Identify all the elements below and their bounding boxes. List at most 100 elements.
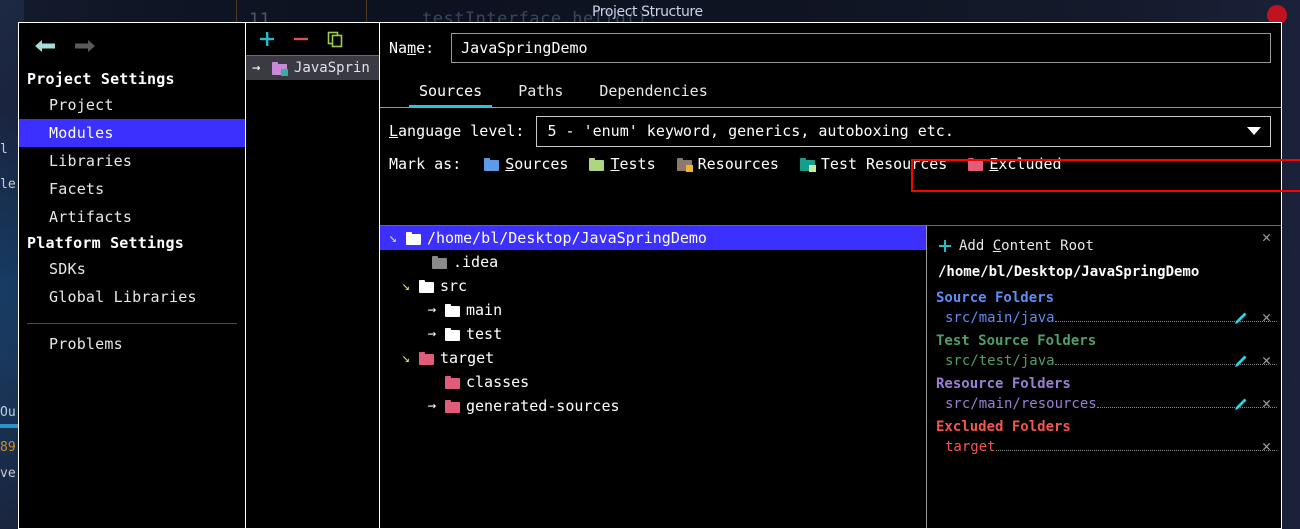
mark-as-test-resources[interactable]: Test Resources bbox=[799, 155, 948, 173]
forward-arrow-icon[interactable] bbox=[73, 37, 97, 55]
mark-as-sources[interactable]: Sources bbox=[484, 155, 568, 173]
source-folder-entry[interactable]: src/main/java ✕ bbox=[927, 306, 1281, 329]
table-row[interactable]: → generated-sources bbox=[380, 394, 926, 418]
mark-as-tests-label: Tests bbox=[610, 155, 656, 173]
nav-group-platform-settings: Platform Settings bbox=[27, 234, 184, 252]
tree-node-label: src bbox=[440, 277, 468, 295]
dialog-title: Project Structure bbox=[592, 4, 703, 20]
excluded-folder-entry[interactable]: target ✕ bbox=[927, 435, 1281, 458]
module-row-label: JavaSprin bbox=[294, 60, 370, 76]
table-row[interactable]: → test bbox=[380, 322, 926, 346]
twisty-expanded-icon[interactable]: ↘ bbox=[380, 230, 406, 246]
add-content-root-button[interactable]: Add Content Root bbox=[927, 234, 1281, 258]
table-row[interactable]: ↘ src bbox=[380, 274, 926, 298]
test-source-folder-path: src/test/java bbox=[945, 352, 1055, 369]
copy-icon[interactable] bbox=[326, 30, 344, 48]
folder-brown-icon bbox=[676, 157, 693, 172]
mark-as-resources-label: Resources bbox=[697, 155, 779, 173]
close-x-icon[interactable]: ✕ bbox=[1262, 396, 1271, 411]
plus-icon[interactable] bbox=[258, 30, 276, 48]
name-label: Name: bbox=[389, 39, 435, 57]
chevron-right-icon[interactable]: → bbox=[252, 60, 265, 76]
table-row[interactable]: → main bbox=[380, 298, 926, 322]
minus-icon[interactable] bbox=[292, 30, 310, 48]
twisty-collapsed-icon[interactable]: → bbox=[419, 326, 445, 342]
content-root-tree: ↘ /home/bl/Desktop/JavaSpringDemo .idea … bbox=[380, 225, 927, 528]
back-arrow-icon[interactable] bbox=[33, 37, 57, 55]
module-name-input[interactable]: JavaSpringDemo bbox=[451, 33, 1271, 63]
tree-node-label: /home/bl/Desktop/JavaSpringDemo bbox=[427, 229, 707, 247]
language-level-row: Language level: 5 - 'enum' keyword, gene… bbox=[380, 108, 1281, 148]
close-x-icon[interactable]: ✕ bbox=[1262, 230, 1271, 245]
mark-as-sources-label: Sources bbox=[505, 155, 569, 173]
content-root-path: /home/bl/Desktop/JavaSpringDemo ✕ bbox=[927, 230, 1281, 286]
twisty-collapsed-icon[interactable]: → bbox=[419, 398, 445, 414]
sidebar-item-modules[interactable]: Modules bbox=[19, 119, 245, 147]
test-source-folder-entry[interactable]: src/test/java ✕ bbox=[927, 349, 1281, 372]
resource-folder-entry[interactable]: src/main/resources ✕ bbox=[927, 392, 1281, 415]
plus-icon bbox=[939, 240, 951, 252]
editor-left-fragment-3: 89 bbox=[0, 440, 16, 455]
pencil-icon[interactable] bbox=[1234, 397, 1248, 411]
language-level-label: Language level: bbox=[389, 122, 525, 140]
module-name-row: Name: JavaSpringDemo bbox=[380, 23, 1281, 65]
twisty-expanded-icon[interactable]: ↘ bbox=[393, 278, 419, 294]
folder-pink-icon bbox=[445, 399, 460, 413]
sidebar-item-libraries[interactable]: Libraries bbox=[19, 147, 245, 175]
table-row[interactable]: .idea bbox=[380, 250, 926, 274]
twisty-collapsed-icon[interactable]: → bbox=[419, 302, 445, 318]
folder-gray-icon bbox=[432, 255, 447, 269]
language-level-dropdown[interactable]: 5 - 'enum' keyword, generics, autoboxing… bbox=[536, 115, 1271, 147]
dotted-leader bbox=[995, 439, 1277, 451]
nav-history-controls bbox=[19, 23, 245, 57]
editor-left-fragment-0: l bbox=[0, 142, 8, 157]
section-source-folders-title: Source Folders bbox=[936, 290, 1055, 306]
dotted-leader bbox=[1096, 396, 1277, 408]
sidebar-item-project[interactable]: Project bbox=[19, 91, 245, 119]
mark-as-test-resources-label: Test Resources bbox=[820, 155, 948, 173]
tree-node-label: classes bbox=[466, 373, 530, 391]
folder-blue-icon bbox=[484, 157, 500, 171]
sidebar-item-artifacts[interactable]: Artifacts bbox=[19, 203, 245, 231]
table-row[interactable]: ↘ /home/bl/Desktop/JavaSpringDemo bbox=[380, 226, 926, 250]
sidebar-item-global-libraries[interactable]: Global Libraries bbox=[19, 283, 245, 311]
close-x-icon[interactable]: ✕ bbox=[1262, 353, 1271, 368]
editor-left-fragment-1: le bbox=[0, 177, 16, 192]
excluded-folder-path: target bbox=[945, 438, 996, 455]
tab-paths[interactable]: Paths bbox=[500, 82, 581, 107]
tree-node-label: target bbox=[440, 349, 495, 367]
tree-node-label: .idea bbox=[453, 253, 499, 271]
module-row-javaspringdemo[interactable]: → JavaSprin bbox=[246, 56, 379, 80]
modules-toolbar bbox=[246, 23, 379, 56]
module-name-value: JavaSpringDemo bbox=[461, 39, 588, 57]
sidebar-item-sdks[interactable]: SDKs bbox=[19, 255, 245, 283]
mark-as-row: Mark as: Sources Tests Resources Test Re… bbox=[380, 148, 1281, 180]
sidebar-item-facets[interactable]: Facets bbox=[19, 175, 245, 203]
folder-white-icon bbox=[406, 231, 421, 245]
sidebar-item-problems[interactable]: Problems bbox=[19, 330, 245, 358]
settings-nav-panel: Project Settings Project Modules Librari… bbox=[19, 23, 246, 528]
chevron-down-icon[interactable] bbox=[1247, 127, 1261, 135]
module-tabs: Sources Paths Dependencies bbox=[380, 75, 1281, 108]
folder-white-icon bbox=[445, 303, 460, 317]
close-x-icon[interactable]: ✕ bbox=[1262, 310, 1271, 325]
content-root-detail-panel: Add Content Root /home/bl/Desktop/JavaSp… bbox=[927, 225, 1281, 528]
tab-sources[interactable]: Sources bbox=[401, 82, 500, 108]
table-row[interactable]: ↘ target bbox=[380, 346, 926, 370]
tree-node-label: main bbox=[466, 301, 503, 319]
pencil-icon[interactable] bbox=[1234, 311, 1248, 325]
mark-as-resources[interactable]: Resources bbox=[676, 155, 779, 173]
tab-dependencies[interactable]: Dependencies bbox=[581, 82, 725, 107]
folder-teal-icon bbox=[799, 157, 816, 172]
mark-as-tests[interactable]: Tests bbox=[589, 155, 656, 173]
close-x-icon[interactable]: ✕ bbox=[1262, 439, 1271, 454]
pencil-icon[interactable] bbox=[1234, 354, 1248, 368]
twisty-expanded-icon[interactable]: ↘ bbox=[393, 350, 419, 366]
folder-green-icon bbox=[589, 157, 605, 171]
table-row[interactable]: classes bbox=[380, 370, 926, 394]
editor-left-fragment-2: Ou bbox=[0, 405, 16, 420]
editor-top-fragment bbox=[0, 4, 8, 19]
mark-as-excluded[interactable]: Excluded bbox=[968, 155, 1062, 173]
section-resource-folders-title: Resource Folders bbox=[936, 376, 1071, 392]
mark-as-excluded-label: Excluded bbox=[989, 155, 1062, 173]
